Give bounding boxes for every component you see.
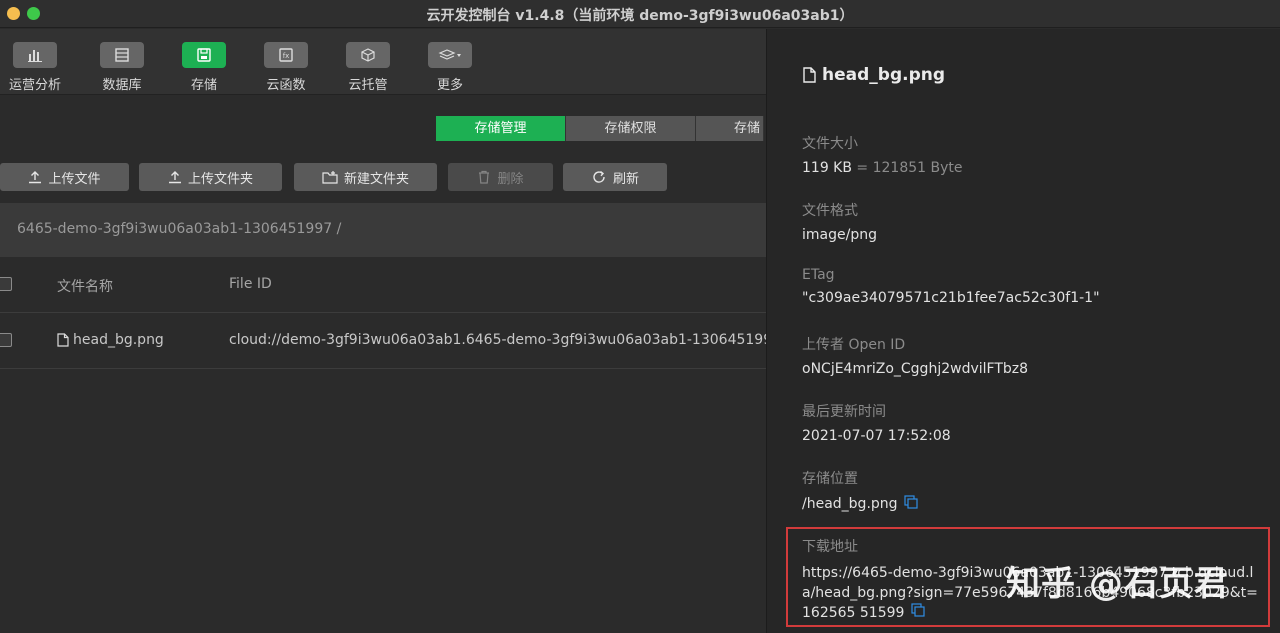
function-icon: fx: [264, 42, 308, 68]
toolbar-item-cloud-hosting[interactable]: 云托管: [338, 42, 398, 93]
file-icon: [803, 67, 816, 83]
uploader-openid-value: oNCjE4mriZo_Cgghj2wdvilFTbz8: [802, 361, 1029, 377]
main-toolbar: 运营分析 数据库 存储 fx 云函数 云托管 更多: [0, 29, 766, 95]
table-header: 文件名称 File ID: [0, 257, 766, 313]
chart-bars-icon: [13, 42, 57, 68]
toolbar-item-analytics[interactable]: 运营分析: [5, 42, 65, 93]
refresh-icon: [593, 170, 605, 183]
column-header-name[interactable]: 文件名称: [57, 276, 113, 296]
file-format-value: image/png: [802, 227, 877, 243]
copy-icon[interactable]: [904, 495, 918, 513]
toolbar-item-more[interactable]: 更多: [420, 42, 480, 93]
storage-main: 存储管理 存储权限 存储 上传文件 上传文件夹 新建文件夹 删除 刷新 6465…: [0, 95, 766, 633]
tab-storage-more[interactable]: 存储: [696, 116, 764, 141]
cube-icon: [346, 42, 390, 68]
title-bar: 云开发控制台 v1.4.8（当前环境 demo-3gf9i3wu06a03ab1…: [0, 0, 1280, 28]
field-file-size: 文件大小 119 KB = 121851 Byte: [802, 136, 963, 176]
tab-storage-management[interactable]: 存储管理: [436, 116, 566, 141]
etag-value: "c309ae34079571c21b1fee7ac52c30f1-1": [802, 290, 1100, 306]
folder-add-icon: [322, 171, 338, 184]
field-last-updated: 最后更新时间 2021-07-07 17:52:08: [802, 404, 951, 444]
tab-storage-permissions[interactable]: 存储权限: [566, 116, 696, 141]
table-row[interactable]: head_bg.png cloud://demo-3gf9i3wu06a03ab…: [0, 313, 766, 369]
upload-icon: [29, 171, 42, 184]
last-updated-value: 2021-07-07 17:52:08: [802, 428, 951, 444]
file-size-value: 119 KB: [802, 160, 852, 176]
storage-tabs: 存储管理 存储权限 存储: [436, 116, 764, 141]
toolbar-item-storage[interactable]: 存储: [174, 42, 234, 93]
svg-text:fx: fx: [283, 52, 290, 60]
file-icon: [57, 333, 69, 347]
field-uploader-openid: 上传者 Open ID oNCjE4mriZo_Cgghj2wdvilFTbz8: [802, 337, 1029, 377]
file-name-cell: head_bg.png: [57, 332, 164, 348]
select-all-checkbox[interactable]: [0, 277, 12, 291]
file-id-cell: cloud://demo-3gf9i3wu06a03ab1.6465-demo-…: [229, 332, 766, 348]
layers-dropdown-icon: [428, 42, 472, 68]
upload-file-button[interactable]: 上传文件: [0, 163, 129, 191]
breadcrumb: 6465-demo-3gf9i3wu06a03ab1-1306451997 /: [0, 203, 766, 257]
window-title: 云开发控制台 v1.4.8（当前环境 demo-3gf9i3wu06a03ab1…: [426, 8, 854, 24]
detail-title: head_bg.png: [803, 65, 945, 85]
column-header-file-id[interactable]: File ID: [229, 276, 272, 292]
storage-disk-icon: [182, 42, 226, 68]
database-icon: [100, 42, 144, 68]
field-storage-location: 存储位置 /head_bg.png: [802, 468, 918, 513]
row-checkbox[interactable]: [0, 333, 12, 347]
field-etag: ETag "c309ae34079571c21b1fee7ac52c30f1-1…: [802, 267, 1100, 306]
file-size-bytes: = 121851 Byte: [856, 160, 963, 176]
toolbar-item-database[interactable]: 数据库: [92, 42, 152, 93]
watermark-text: 知乎 @石页君: [1006, 564, 1229, 604]
storage-location-value: /head_bg.png: [802, 496, 898, 512]
refresh-button[interactable]: 刷新: [563, 163, 667, 191]
field-file-format: 文件格式 image/png: [802, 203, 877, 243]
new-folder-button[interactable]: 新建文件夹: [294, 163, 437, 191]
upload-folder-button[interactable]: 上传文件夹: [139, 163, 282, 191]
trash-icon: [479, 170, 490, 184]
breadcrumb-path[interactable]: 6465-demo-3gf9i3wu06a03ab1-1306451997 /: [17, 221, 341, 237]
toolbar-item-cloud-functions[interactable]: fx 云函数: [256, 42, 316, 93]
delete-button[interactable]: 删除: [448, 163, 553, 191]
upload-icon: [168, 171, 181, 184]
